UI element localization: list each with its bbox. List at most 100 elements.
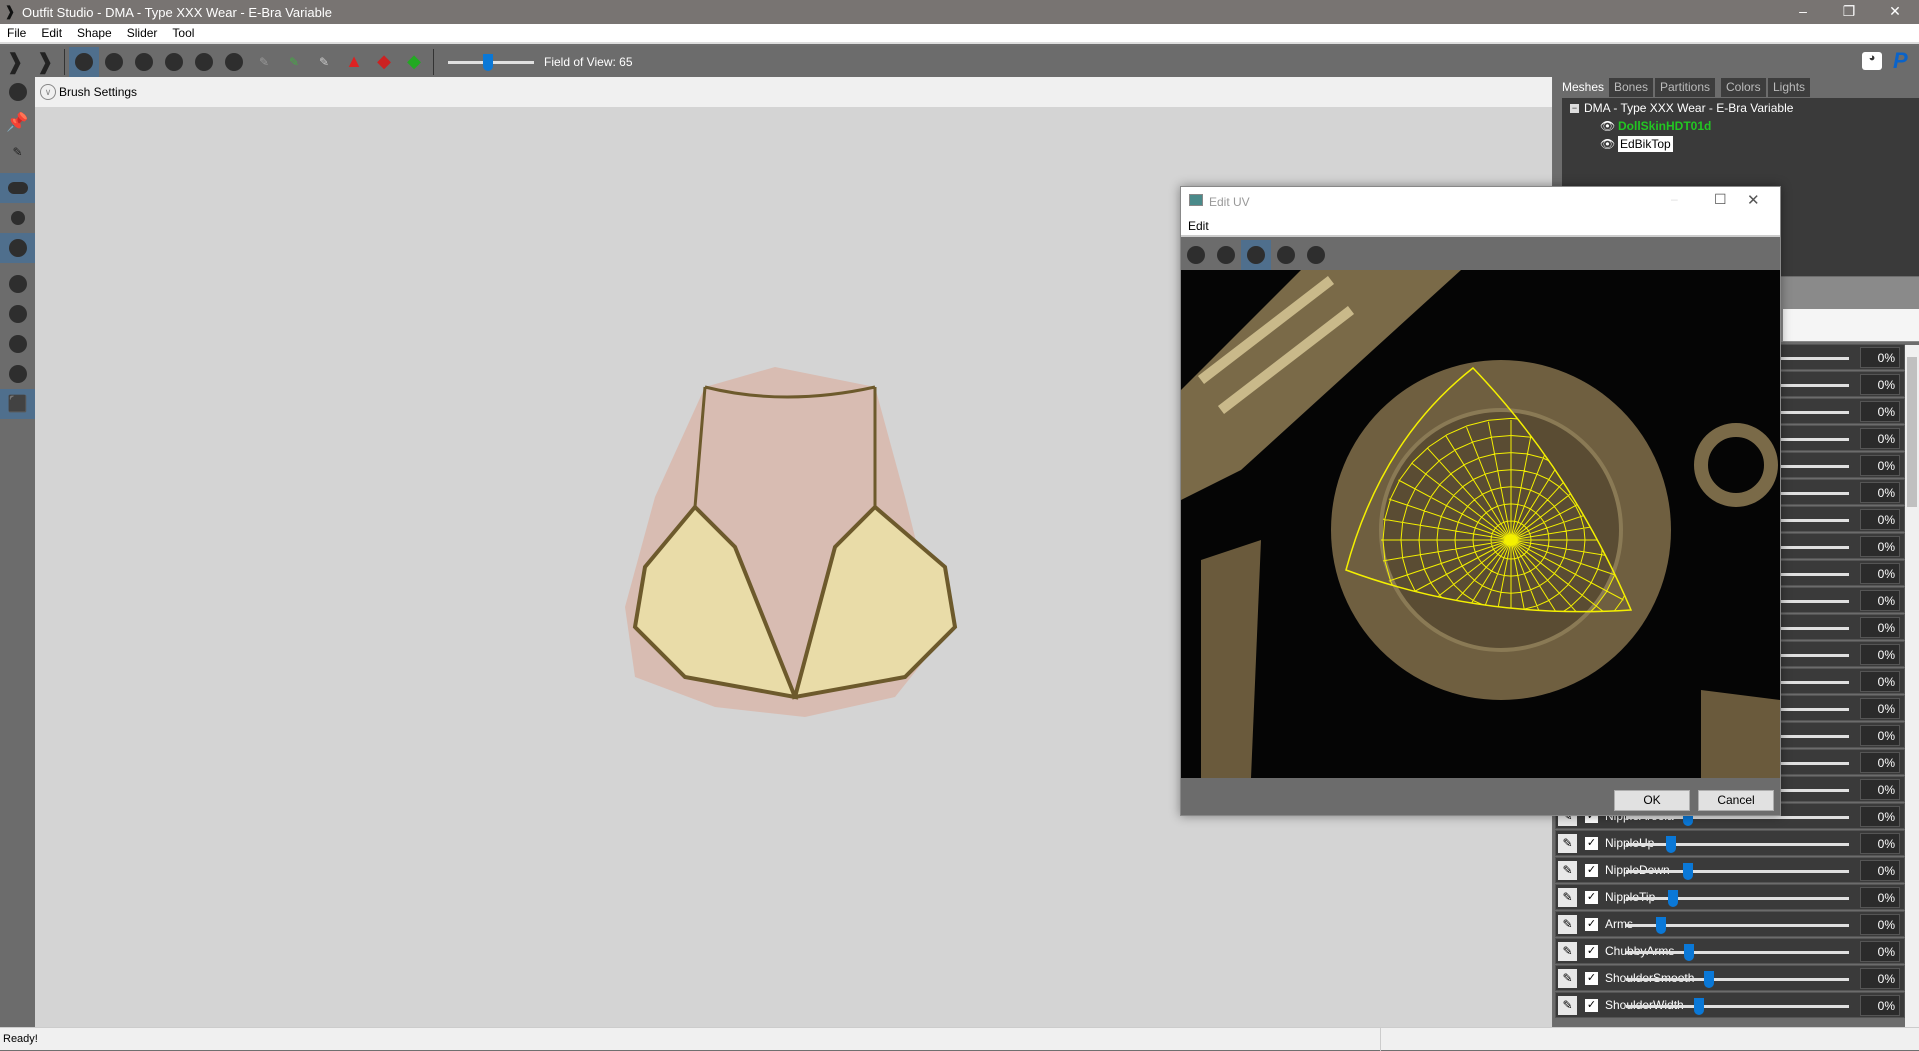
slider-value[interactable]: 0% <box>1860 833 1900 854</box>
global-brush-icon[interactable] <box>0 233 35 263</box>
flip-edge-icon[interactable]: ◆ <box>369 47 399 77</box>
inflate-brush-icon[interactable] <box>129 47 159 77</box>
brush-settings-bar[interactable]: ∨ Brush Settings <box>35 77 1552 107</box>
slider-value[interactable]: 0% <box>1860 617 1900 638</box>
ok-button[interactable]: OK <box>1614 790 1690 811</box>
rotate-icon[interactable] <box>1301 240 1331 270</box>
menu-edit[interactable]: Edit <box>34 26 70 40</box>
tab-partitions[interactable]: Partitions <box>1655 78 1716 97</box>
tab-bones[interactable]: Bones <box>1609 78 1654 97</box>
slider-value[interactable]: 0% <box>1860 455 1900 476</box>
edit-slider-icon[interactable]: ✎ <box>1558 942 1577 961</box>
slider-value[interactable]: 0% <box>1860 887 1900 908</box>
collapse-vertex-icon[interactable]: ▲ <box>339 47 369 77</box>
edit-slider-icon[interactable]: ✎ <box>1558 861 1577 880</box>
tab-colors[interactable]: Colors <box>1721 78 1766 97</box>
slider-value[interactable]: 0% <box>1860 590 1900 611</box>
color-brush-icon[interactable]: ✎ <box>279 47 309 77</box>
slider-value[interactable]: 0% <box>1860 914 1900 935</box>
slider-knob[interactable] <box>1668 890 1678 907</box>
cube-icon[interactable]: ⬛ <box>0 389 35 419</box>
edit-slider-icon[interactable]: ✎ <box>1558 969 1577 988</box>
menu-slider[interactable]: Slider <box>120 26 166 40</box>
slider-value[interactable]: 0% <box>1860 779 1900 800</box>
slider-knob[interactable] <box>1656 917 1666 934</box>
slider-checkbox[interactable]: ✓ <box>1585 918 1598 931</box>
slider-value[interactable]: 0% <box>1860 644 1900 665</box>
collapse-icon[interactable]: − <box>1570 104 1579 113</box>
slider-track[interactable] <box>1626 843 1849 846</box>
load-outfit-icon[interactable]: ❱ <box>30 47 60 77</box>
slider-track[interactable] <box>1626 816 1849 819</box>
tree-item-dollskin[interactable]: DollSkinHDT01d <box>1618 119 1711 133</box>
slider-value[interactable]: 0% <box>1860 941 1900 962</box>
slider-knob[interactable] <box>1694 998 1704 1015</box>
slider-value[interactable]: 0% <box>1860 671 1900 692</box>
slider-value[interactable]: 0% <box>1860 374 1900 395</box>
eye-icon[interactable]: 👁 <box>1600 119 1615 133</box>
slider-value[interactable]: 0% <box>1860 860 1900 881</box>
pivot-icon[interactable]: 📌 <box>0 107 35 137</box>
lighting-icon[interactable] <box>0 329 35 359</box>
deflate-brush-icon[interactable] <box>159 47 189 77</box>
slider-track[interactable] <box>1626 978 1849 981</box>
select-brush-icon[interactable] <box>69 46 99 77</box>
slider-checkbox[interactable]: ✓ <box>1585 837 1598 850</box>
chevron-down-icon[interactable]: ∨ <box>40 84 56 100</box>
slider-checkbox[interactable]: ✓ <box>1585 999 1598 1012</box>
slider-scrollbar[interactable] <box>1905 345 1919 1027</box>
slider-value[interactable]: 0% <box>1860 725 1900 746</box>
slider-value[interactable]: 0% <box>1860 698 1900 719</box>
slider-knob[interactable] <box>1683 863 1693 880</box>
smooth-brush-icon[interactable] <box>219 47 249 77</box>
menu-tool[interactable]: Tool <box>165 26 202 40</box>
slider-track[interactable] <box>1626 951 1849 954</box>
slider-checkbox[interactable]: ✓ <box>1585 864 1598 877</box>
tab-lights[interactable]: Lights <box>1768 78 1811 97</box>
edit-slider-icon[interactable]: ✎ <box>1558 915 1577 934</box>
alpha-brush-icon[interactable]: ✎ <box>309 47 339 77</box>
edit-slider-icon[interactable]: ✎ <box>1558 996 1577 1015</box>
transform-icon[interactable] <box>0 77 35 107</box>
slider-value[interactable]: 0% <box>1860 752 1900 773</box>
mirror-icon[interactable] <box>0 173 35 203</box>
discord-icon[interactable]: ◕ <box>1862 52 1882 70</box>
slider-value[interactable]: 0% <box>1860 347 1900 368</box>
split-edge-icon[interactable]: ◆ <box>399 47 429 77</box>
slider-knob[interactable] <box>1704 971 1714 988</box>
slider-value[interactable]: 0% <box>1860 428 1900 449</box>
tree-item-edbiktop[interactable]: EdBikTop <box>1618 136 1673 152</box>
weight-brush-icon[interactable]: ✎ <box>249 47 279 77</box>
minimize-button[interactable]: – <box>1671 192 1678 206</box>
eye-icon[interactable]: 👁 <box>1600 137 1615 151</box>
restore-button[interactable]: ❐ <box>1826 0 1872 24</box>
slider-track[interactable] <box>1626 870 1849 873</box>
move-brush-icon[interactable] <box>189 47 219 77</box>
vertex-select-icon[interactable] <box>0 269 35 299</box>
slider-value[interactable]: 0% <box>1860 509 1900 530</box>
texture-icon[interactable] <box>0 359 35 389</box>
close-button[interactable]: ✕ <box>1747 191 1760 209</box>
scale-icon[interactable] <box>1271 240 1301 270</box>
vertex-edit-icon[interactable]: ✎ <box>0 137 35 167</box>
connected-only-icon[interactable] <box>0 203 35 233</box>
slider-checkbox[interactable]: ✓ <box>1585 945 1598 958</box>
wireframe-icon[interactable] <box>0 299 35 329</box>
minimize-button[interactable]: – <box>1780 0 1826 24</box>
slider-value[interactable]: 0% <box>1860 968 1900 989</box>
slider-track[interactable] <box>1626 1005 1849 1008</box>
select-icon[interactable] <box>1211 240 1241 270</box>
mask-brush-icon[interactable] <box>99 47 129 77</box>
slider-value[interactable]: 0% <box>1860 482 1900 503</box>
slider-checkbox[interactable]: ✓ <box>1585 891 1598 904</box>
edit-slider-icon[interactable]: ✎ <box>1558 834 1577 853</box>
paypal-icon[interactable]: P <box>1893 48 1908 74</box>
menu-shape[interactable]: Shape <box>70 26 120 40</box>
tab-meshes[interactable]: Meshes <box>1557 78 1610 97</box>
move-icon[interactable] <box>1241 239 1271 270</box>
slider-track[interactable] <box>1626 897 1849 900</box>
edit-slider-icon[interactable]: ✎ <box>1558 888 1577 907</box>
fov-slider[interactable] <box>448 52 534 72</box>
slider-knob[interactable] <box>1684 944 1694 961</box>
tree-root[interactable]: DMA - Type XXX Wear - E-Bra Variable <box>1584 101 1793 115</box>
